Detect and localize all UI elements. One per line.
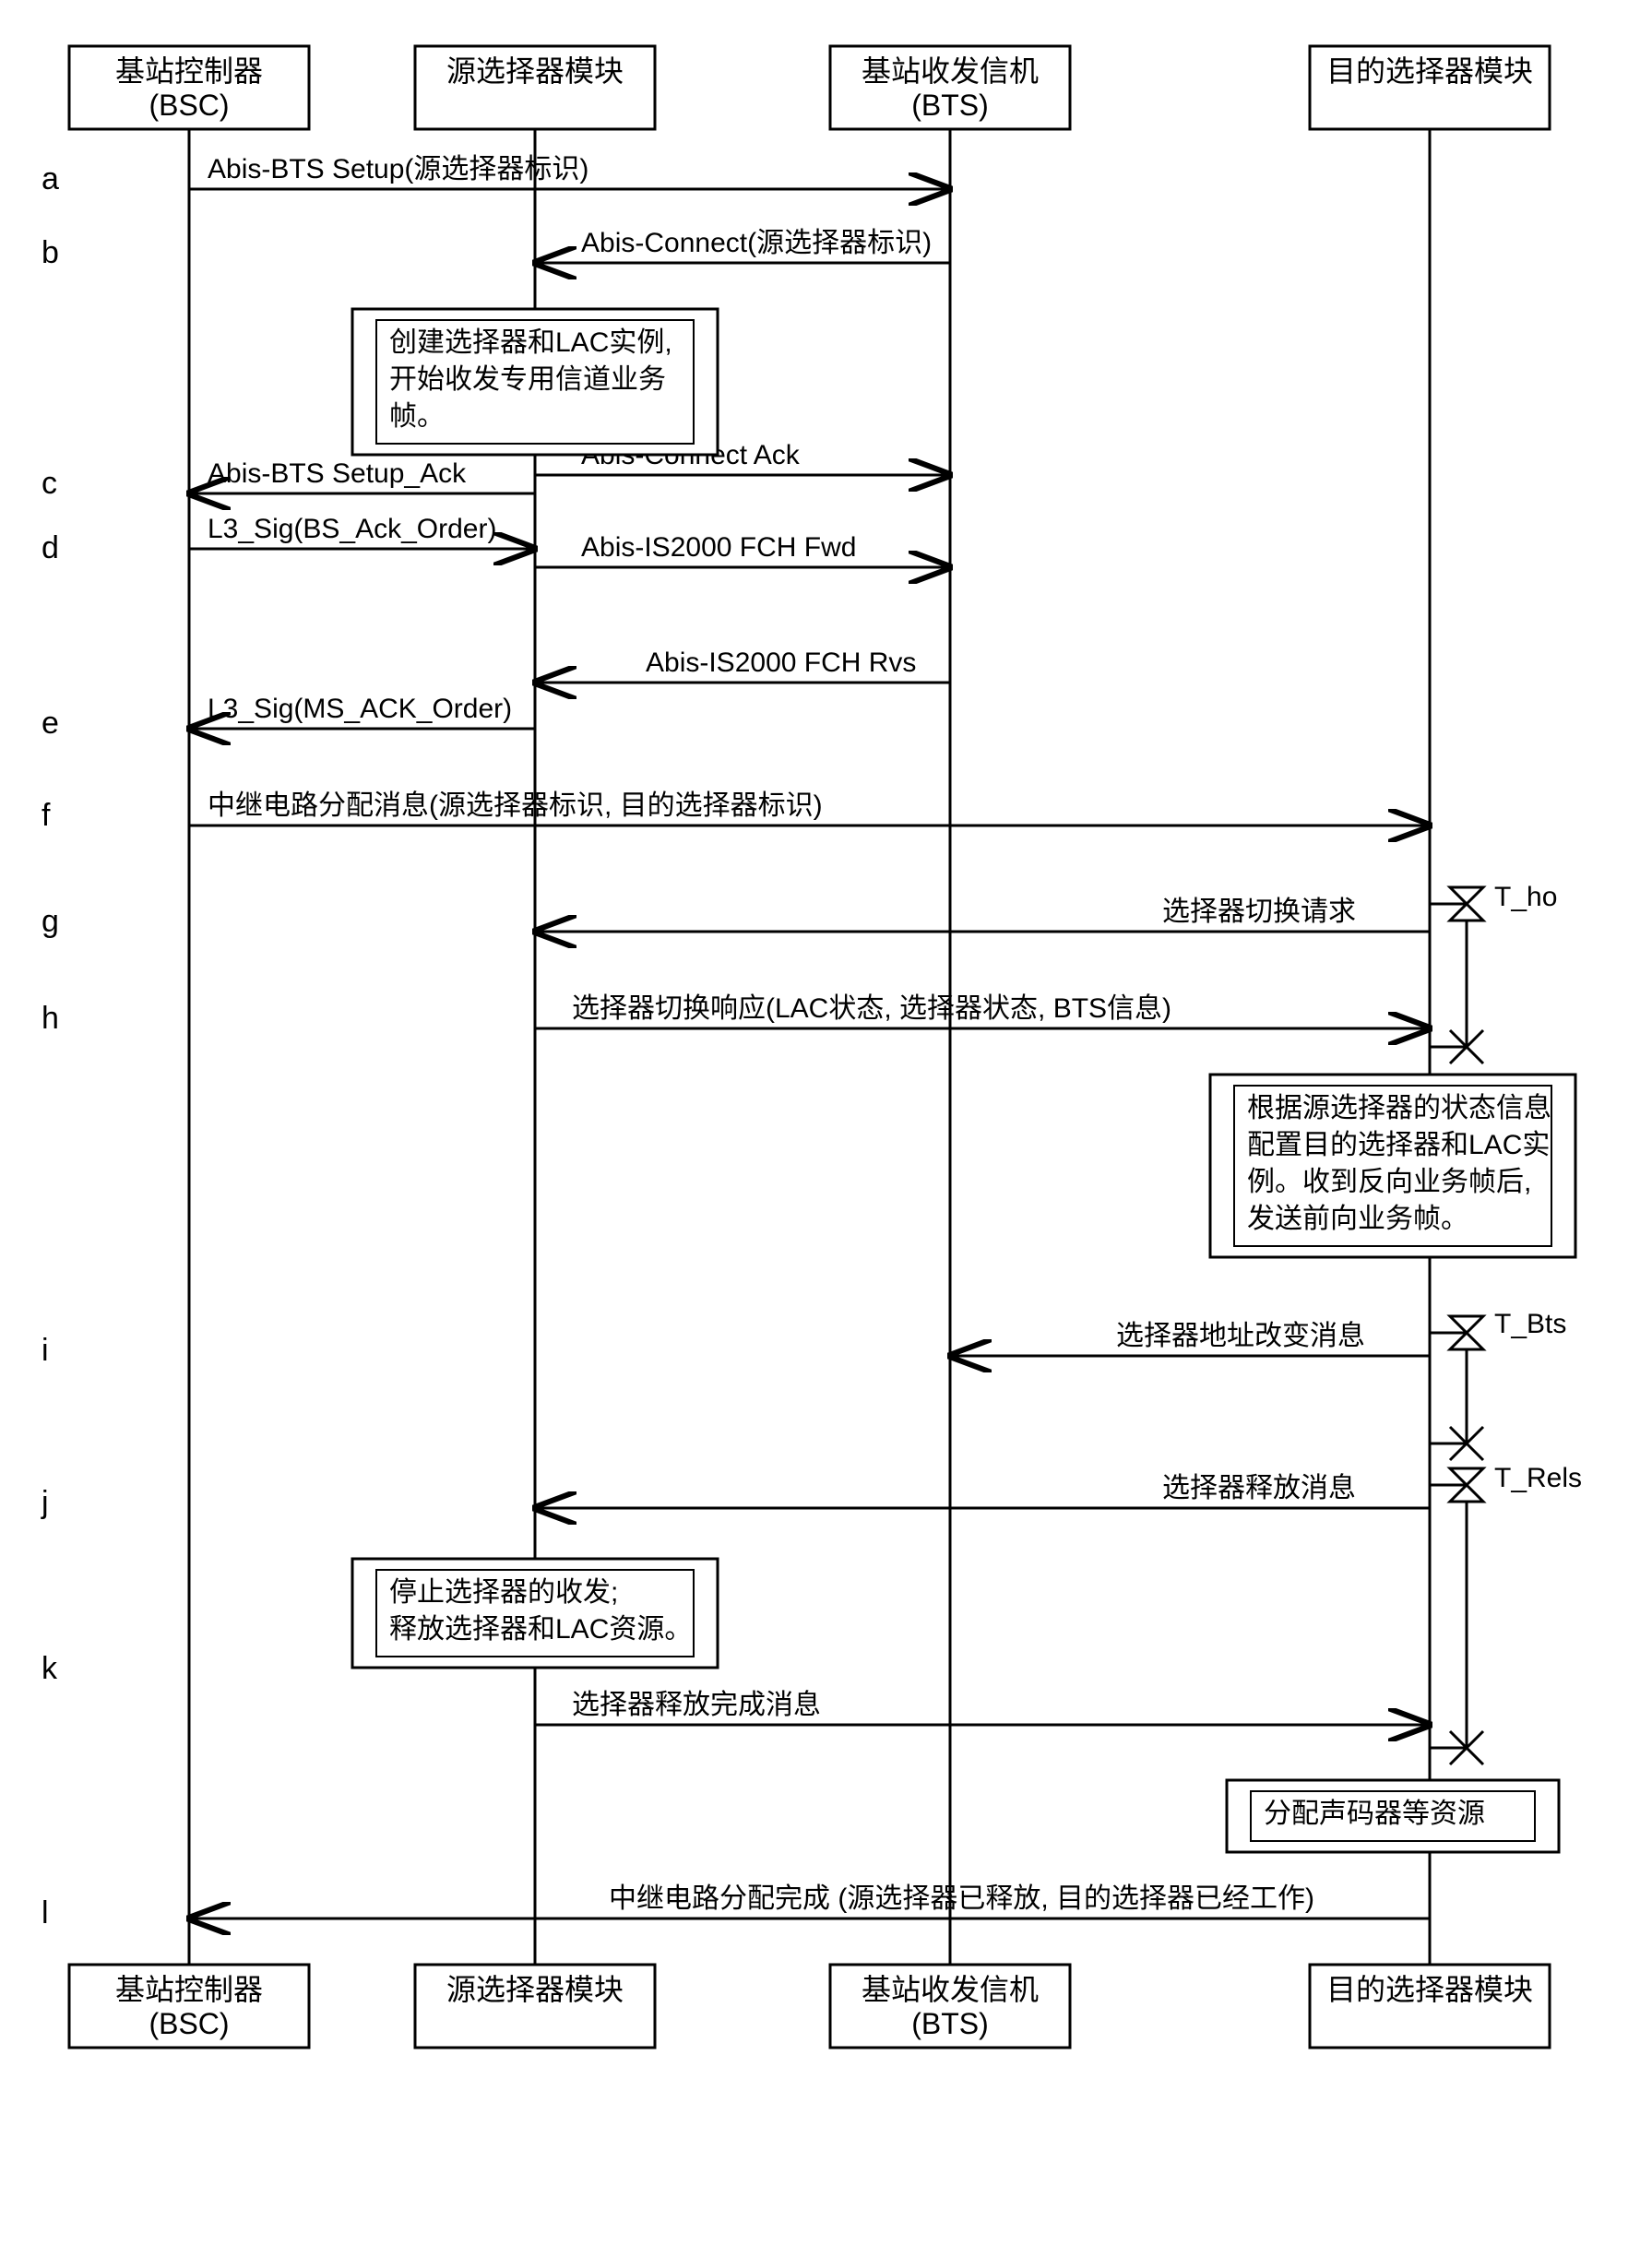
note-2-line: 停止选择器的收发; xyxy=(389,1577,618,1608)
note-1-line: 发送前向业务帧。 xyxy=(1247,1204,1468,1234)
timer-label-T_Rels: T_Rels xyxy=(1494,1463,1582,1493)
row-label-l: l xyxy=(42,1895,49,1930)
row-label-d: d xyxy=(42,530,59,565)
note-3-line: 分配声码器等资源 xyxy=(1264,1799,1485,1829)
participant-label: 源选择器模块 xyxy=(446,54,624,88)
timer-label-T_Bts: T_Bts xyxy=(1494,1309,1566,1339)
participant-sublabel: (BSC) xyxy=(149,89,229,122)
note-1-line: 根据源选择器的状态信息 xyxy=(1247,1093,1551,1123)
participant-label-bottom: 源选择器模块 xyxy=(446,1973,624,2006)
note-0-line: 帧。 xyxy=(389,401,445,432)
row-label-e: e xyxy=(42,706,59,741)
row-label-b: b xyxy=(42,235,59,270)
note-1-line: 例。收到反向业务帧后, xyxy=(1247,1167,1531,1197)
row-label-k: k xyxy=(42,1651,58,1686)
participant-label: 基站收发信机 xyxy=(862,54,1039,88)
participant-sublabel-bottom: (BTS) xyxy=(911,2007,989,2040)
participant-label-bottom: 目的选择器模块 xyxy=(1326,1973,1533,2006)
timer-label-T_ho: T_ho xyxy=(1494,882,1557,912)
message-label: 中继电路分配完成 (源选择器已释放, 目的选择器已经工作) xyxy=(609,1883,1314,1914)
message-label: 中继电路分配消息(源选择器标识, 目的选择器标识) xyxy=(208,790,823,821)
note-1-line: 配置目的选择器和LAC实 xyxy=(1247,1130,1550,1160)
row-label-j: j xyxy=(41,1485,49,1520)
note-2-line: 释放选择器和LAC资源。 xyxy=(389,1614,692,1645)
message-label: 选择器地址改变消息 xyxy=(1116,1321,1365,1351)
message-label: Abis-IS2000 FCH Fwd xyxy=(581,532,856,563)
message-label: 选择器释放消息 xyxy=(1162,1473,1356,1503)
row-label-f: f xyxy=(42,798,51,833)
participant-sublabel-bottom: (BSC) xyxy=(149,2007,229,2040)
row-label-g: g xyxy=(42,904,59,939)
participant-sublabel: (BTS) xyxy=(911,89,989,122)
message-label: Abis-IS2000 FCH Rvs xyxy=(646,647,916,678)
row-label-a: a xyxy=(42,161,59,196)
message-label: L3_Sig(BS_Ack_Order) xyxy=(208,514,496,544)
message-label: Abis-Connect(源选择器标识) xyxy=(581,228,932,258)
message-label: L3_Sig(MS_ACK_Order) xyxy=(208,694,512,724)
row-label-c: c xyxy=(42,466,57,501)
row-label-h: h xyxy=(42,1001,59,1036)
participant-label-bottom: 基站控制器 xyxy=(115,1973,263,2006)
message-label: 选择器切换请求 xyxy=(1162,897,1356,927)
message-label: Abis-BTS Setup_Ack xyxy=(208,458,467,489)
note-0-line: 创建选择器和LAC实例, xyxy=(389,327,672,358)
message-label: 选择器切换响应(LAC状态, 选择器状态, BTS信息) xyxy=(572,993,1171,1024)
participant-label-bottom: 基站收发信机 xyxy=(862,1973,1039,2006)
row-label-i: i xyxy=(42,1333,49,1368)
note-0-line: 开始收发专用信道业务 xyxy=(389,364,666,395)
participant-label: 基站控制器 xyxy=(115,54,263,88)
message-label: Abis-BTS Setup(源选择器标识) xyxy=(208,154,588,184)
participant-label: 目的选择器模块 xyxy=(1326,54,1533,88)
message-label: 选择器释放完成消息 xyxy=(572,1690,821,1720)
